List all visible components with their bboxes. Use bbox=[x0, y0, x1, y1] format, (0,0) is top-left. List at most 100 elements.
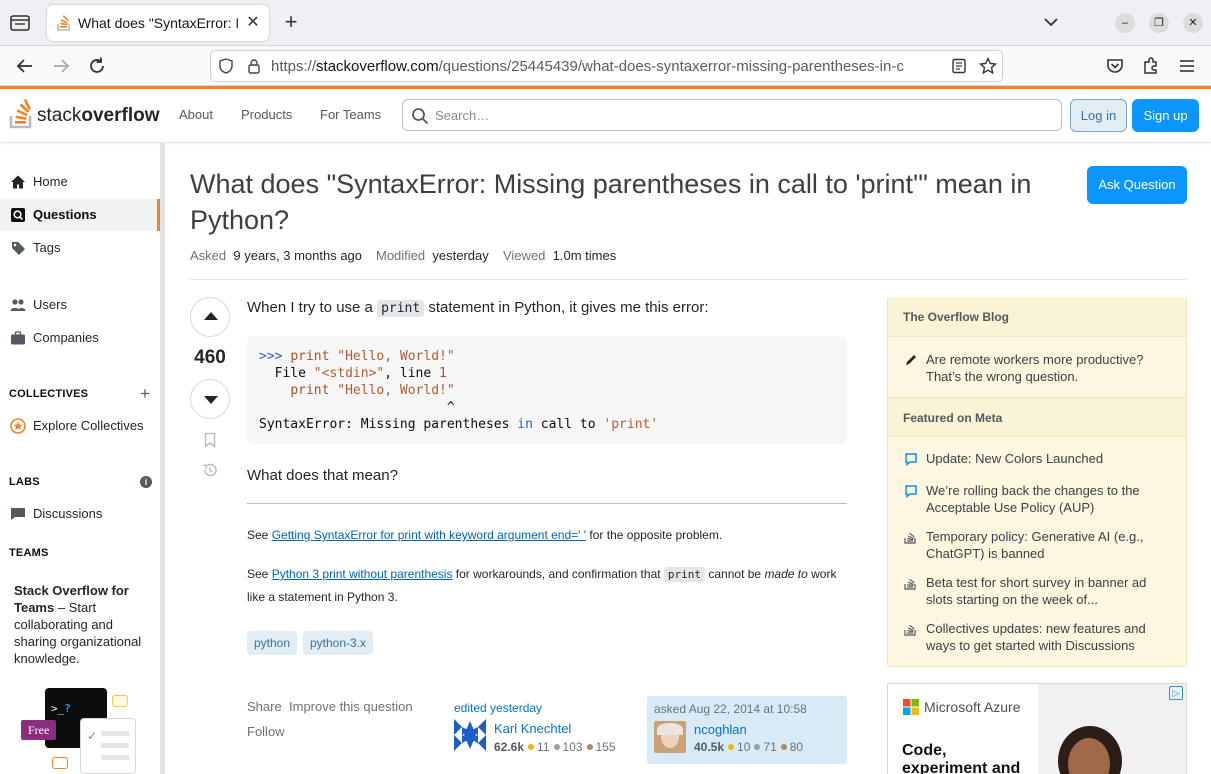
search-input[interactable]: Search… bbox=[402, 99, 1062, 131]
new-tab-icon[interactable]: + bbox=[281, 11, 301, 33]
collectives-heading: COLLECTIVES bbox=[9, 388, 89, 400]
sidebar-item-label: Users bbox=[33, 297, 67, 312]
follow-link[interactable]: Follow bbox=[247, 724, 285, 739]
meta-item[interactable]: Collectives updates: new features and wa… bbox=[926, 620, 1171, 654]
header-divider bbox=[190, 279, 1187, 280]
labs-heading: LABS bbox=[9, 476, 40, 488]
collectives-star-icon bbox=[10, 418, 26, 434]
login-button[interactable]: Log in bbox=[1070, 99, 1127, 132]
minimize-icon[interactable]: – bbox=[1115, 13, 1135, 33]
overflow-blog-widget: The Overflow Blog Are remote workers mor… bbox=[887, 297, 1187, 667]
chevron-down-icon[interactable] bbox=[1041, 12, 1061, 32]
gold-badge-icon bbox=[728, 744, 735, 751]
signup-button[interactable]: Sign up bbox=[1132, 99, 1199, 132]
nav-for-teams[interactable]: For Teams bbox=[320, 107, 381, 122]
shield-icon[interactable] bbox=[218, 58, 234, 74]
questions-icon bbox=[11, 208, 25, 222]
browser-tab-bar: What does "SyntaxError: Missing parenthe… bbox=[0, 0, 1211, 46]
asker-avatar[interactable] bbox=[654, 721, 686, 753]
asker-name[interactable]: ncoghlan bbox=[694, 722, 747, 737]
sidebar-item-label: Tags bbox=[33, 240, 61, 255]
link-end-keyword-question[interactable]: Getting SyntaxError for print with keywo… bbox=[272, 528, 586, 542]
stackoverflow-logo[interactable]: stackoverflow bbox=[9, 97, 159, 131]
reload-icon[interactable] bbox=[87, 56, 107, 76]
editor-reputation: 62.6k 11 103 155 bbox=[494, 740, 616, 754]
downvote-button[interactable] bbox=[190, 379, 230, 419]
improve-question-link[interactable]: Improve this question bbox=[289, 699, 413, 714]
meta-item[interactable]: Update: New Colors Launched bbox=[926, 450, 1171, 467]
stack-logo-icon bbox=[904, 624, 916, 636]
url-text: https://stackoverflow.com/questions/2544… bbox=[271, 58, 904, 75]
plus-icon[interactable]: + bbox=[140, 384, 150, 404]
advertisement[interactable]: Microsoft Azure Code, experiment and ▷ bbox=[887, 683, 1187, 774]
ad-brand: Microsoft Azure bbox=[924, 699, 1021, 715]
teams-heading: TEAMS bbox=[9, 547, 49, 559]
checkmark-icon: ✓ bbox=[87, 729, 98, 743]
tab-list-icon[interactable] bbox=[10, 14, 30, 32]
meta-item[interactable]: Temporary policy: Generative AI (e.g., C… bbox=[926, 528, 1171, 562]
teams-promo-text: Stack Overflow for Teams – Start collabo… bbox=[14, 583, 142, 666]
sidebar-item-companies[interactable]: Companies bbox=[0, 322, 160, 354]
free-badge: Free bbox=[21, 720, 57, 740]
asker-card: asked Aug 22, 2014 at 10:58 ncoghlan 40.… bbox=[647, 696, 847, 764]
sidebar-item-label: Discussions bbox=[33, 506, 103, 521]
close-window-icon[interactable]: ✕ bbox=[1183, 13, 1203, 33]
chat-bubble-orange-icon bbox=[52, 757, 68, 769]
history-icon[interactable] bbox=[202, 462, 218, 478]
tag-python[interactable]: python bbox=[247, 631, 298, 655]
bookmark-star-icon[interactable] bbox=[979, 57, 997, 75]
logo-text: stackoverflow bbox=[37, 105, 160, 126]
sidebar-item-discussions[interactable]: Discussions bbox=[0, 498, 160, 530]
nav-about[interactable]: About bbox=[179, 107, 213, 122]
sidebar-item-home[interactable]: Home bbox=[0, 166, 160, 198]
search-placeholder: Search… bbox=[435, 108, 490, 123]
sidebar-item-label: Questions bbox=[33, 207, 97, 222]
sidebar-item-tags[interactable]: Tags bbox=[0, 232, 160, 264]
bronze-badge-icon bbox=[780, 744, 787, 751]
editor-name[interactable]: Karl Knechtel bbox=[494, 721, 571, 736]
question-title[interactable]: What does "SyntaxError: Missing parenthe… bbox=[190, 166, 1070, 238]
editor-avatar[interactable] bbox=[454, 719, 486, 751]
chat-bubble-icon bbox=[112, 695, 128, 707]
blog-item[interactable]: Are remote workers more productive? That… bbox=[926, 351, 1171, 385]
info-icon[interactable]: i bbox=[140, 476, 152, 488]
ask-question-button[interactable]: Ask Question bbox=[1087, 166, 1187, 204]
hamburger-menu-icon[interactable] bbox=[1177, 56, 1197, 76]
meta-item[interactable]: Beta test for short survey in banner ad … bbox=[926, 574, 1171, 608]
forward-arrow-icon[interactable] bbox=[51, 56, 71, 76]
restore-icon[interactable]: ❐ bbox=[1149, 13, 1169, 33]
sidebar-item-explore-collectives[interactable]: Explore Collectives bbox=[0, 410, 160, 442]
sidebar-item-questions[interactable]: Questions bbox=[0, 199, 160, 231]
browser-nav-bar: https://stackoverflow.com/questions/2544… bbox=[0, 46, 1211, 86]
nav-products[interactable]: Products bbox=[241, 107, 292, 122]
bookmark-icon[interactable] bbox=[202, 432, 218, 448]
upvote-button[interactable] bbox=[190, 297, 230, 337]
terminal-glyph-icon: >_? bbox=[51, 702, 71, 715]
site-header: stackoverflow About Products For Teams S… bbox=[0, 89, 1211, 143]
link-print-without-parenthesis[interactable]: Python 3 print without parenthesis bbox=[272, 567, 453, 581]
ad-photo bbox=[1038, 684, 1186, 774]
pocket-icon[interactable] bbox=[1105, 56, 1125, 76]
upvote-arrow-icon bbox=[204, 312, 218, 320]
extensions-icon[interactable] bbox=[1141, 56, 1161, 76]
viewed-meta: Viewed 1.0m times bbox=[503, 248, 617, 263]
reader-view-icon[interactable] bbox=[951, 58, 967, 74]
users-icon bbox=[10, 299, 26, 311]
meta-heading: Featured on Meta bbox=[888, 397, 1186, 437]
sidebar-item-label: Explore Collectives bbox=[33, 418, 144, 433]
lock-icon[interactable] bbox=[246, 58, 262, 74]
share-link[interactable]: Share bbox=[247, 699, 282, 714]
stack-logo-icon bbox=[904, 532, 916, 544]
meta-item[interactable]: We’re rolling back the changes to the Ac… bbox=[926, 482, 1171, 516]
see-also-1: See Getting SyntaxError for print with k… bbox=[247, 528, 723, 542]
tag-python-3x[interactable]: python-3.x bbox=[303, 631, 374, 655]
question-body-intro: When I try to use a print statement in P… bbox=[247, 299, 709, 317]
adchoices-icon[interactable]: ▷ bbox=[1169, 686, 1183, 700]
tab-close-icon[interactable]: ✕ bbox=[245, 15, 261, 31]
back-arrow-icon[interactable] bbox=[15, 56, 35, 76]
address-bar[interactable]: https://stackoverflow.com/questions/2544… bbox=[210, 50, 1003, 82]
sidebar-item-users[interactable]: Users bbox=[0, 289, 160, 321]
sidebar-scrollbar[interactable] bbox=[160, 143, 165, 774]
browser-tab[interactable]: What does "SyntaxError: Missing parenthe… bbox=[47, 5, 269, 41]
edited-timestamp[interactable]: edited yesterday bbox=[454, 701, 542, 715]
